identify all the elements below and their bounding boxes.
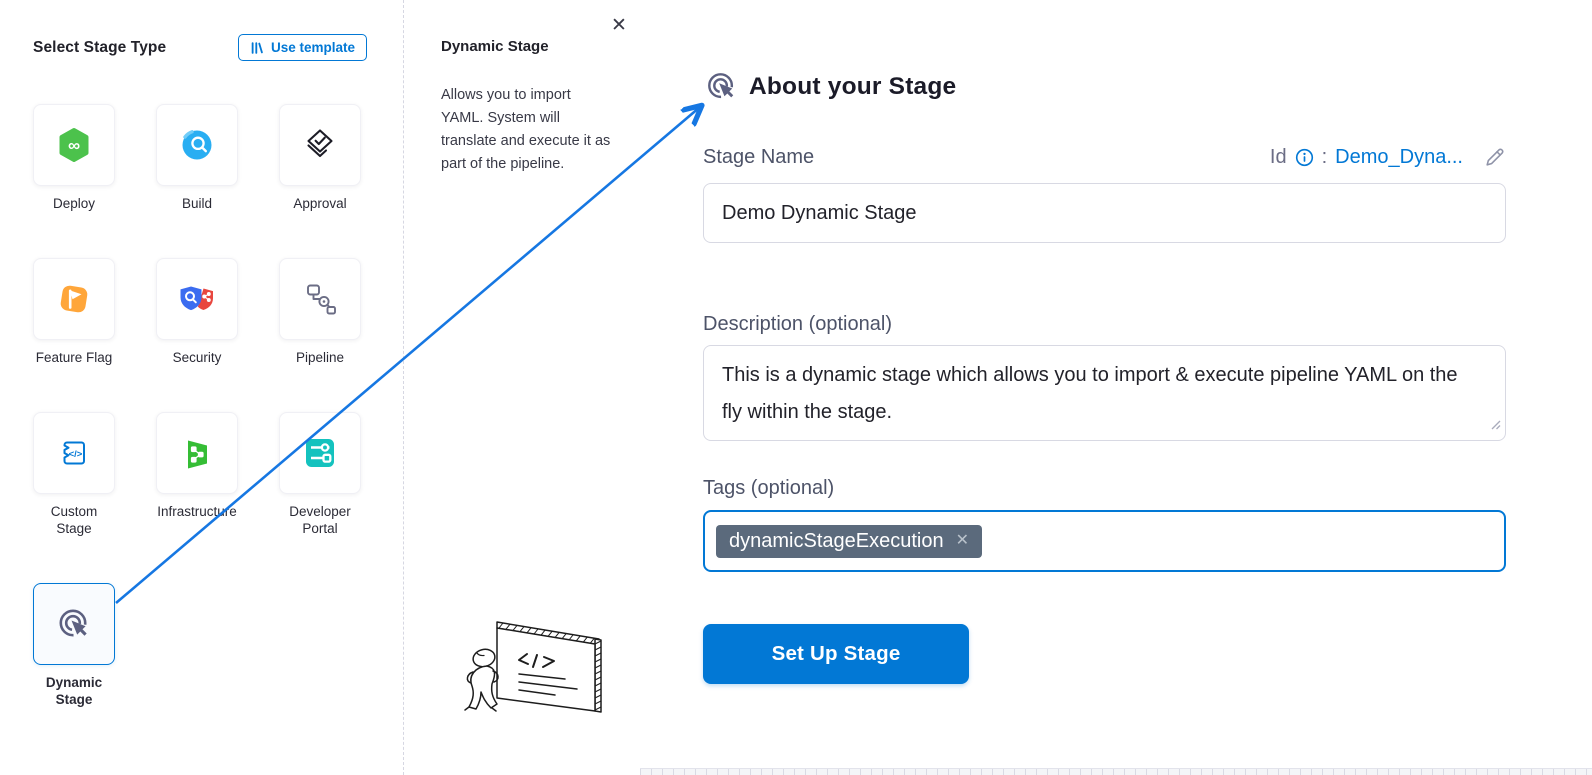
stage-card-developer-portal[interactable] (279, 412, 361, 494)
stage-card-label: Deploy (53, 195, 95, 212)
info-icon[interactable] (1295, 148, 1314, 167)
stage-name-input[interactable] (703, 183, 1506, 243)
stage-name-label: Stage Name (703, 146, 814, 169)
stage-card-infrastructure[interactable] (156, 412, 238, 494)
security-icon (177, 279, 217, 319)
svg-text:</>: </> (69, 449, 83, 460)
description-label: Description (optional) (703, 313, 1506, 336)
set-up-stage-button[interactable]: Set Up Stage (703, 624, 969, 684)
feature-flag-icon (54, 279, 94, 319)
pipeline-icon (300, 279, 340, 319)
dynamic-stage-icon (54, 604, 94, 644)
build-icon (177, 125, 217, 165)
svg-text:∞: ∞ (68, 136, 80, 155)
dynamic-stage-icon (703, 68, 740, 105)
remove-tag-icon[interactable]: ✕ (956, 533, 969, 549)
id-label: Id (1270, 146, 1287, 169)
use-template-button[interactable]: Use template (238, 34, 367, 61)
stage-card-label: Approval (293, 195, 346, 212)
stage-card-label: Security (173, 349, 222, 366)
stage-type-grid: ∞ Deploy B (33, 104, 361, 708)
stage-id-value[interactable]: Demo_Dyna... (1335, 146, 1463, 169)
stage-card-label: Build (182, 195, 212, 212)
pipeline-canvas-edge (640, 768, 1592, 775)
presenter-illustration (447, 612, 612, 737)
form-title: About your Stage (749, 73, 956, 101)
developer-portal-icon (300, 433, 340, 473)
stage-card-dynamic-stage[interactable] (33, 583, 115, 665)
stage-card-feature-flag[interactable] (33, 258, 115, 340)
stage-card-label: Developer Portal (279, 503, 361, 537)
tags-label: Tags (optional) (703, 477, 1506, 500)
deploy-icon: ∞ (54, 125, 94, 165)
panel-title: Select Stage Type (33, 39, 166, 57)
stage-card-pipeline[interactable] (279, 258, 361, 340)
tag-chip-text: dynamicStageExecution (729, 530, 944, 553)
stage-card-label: Infrastructure (157, 503, 237, 520)
stage-id-row: Id : Demo_Dyna... (1270, 146, 1506, 169)
helper-description: Allows you to import YAML. System will t… (441, 84, 613, 176)
stage-card-build[interactable] (156, 104, 238, 186)
stage-card-label: Feature Flag (36, 349, 113, 366)
stage-card-approval[interactable] (279, 104, 361, 186)
id-separator: : (1322, 146, 1328, 169)
description-textarea[interactable]: This is a dynamic stage which allows you… (703, 345, 1506, 441)
stage-card-security[interactable] (156, 258, 238, 340)
about-stage-panel: About your Stage Stage Name Id : Demo_Dy… (640, 0, 1592, 775)
stage-type-panel: Select Stage Type Use template ∞ (0, 0, 404, 775)
stage-setup-screen: Select Stage Type Use template ∞ (0, 0, 1592, 775)
custom-stage-icon: </> (54, 433, 94, 473)
stage-card-label: Pipeline (296, 349, 344, 366)
template-library-icon (250, 41, 264, 55)
use-template-label: Use template (271, 40, 355, 55)
infrastructure-icon (177, 433, 217, 473)
stage-card-label: Dynamic Stage (33, 674, 115, 708)
stage-card-label: Custom Stage (33, 503, 115, 537)
tag-chip: dynamicStageExecution ✕ (716, 525, 982, 558)
edit-id-icon[interactable] (1483, 146, 1506, 169)
close-icon[interactable]: ✕ (606, 13, 632, 39)
stage-card-custom-stage[interactable]: </> (33, 412, 115, 494)
stage-card-deploy[interactable]: ∞ (33, 104, 115, 186)
approval-icon (300, 125, 340, 165)
helper-title: Dynamic Stage (441, 38, 549, 55)
stage-helper-panel: ✕ Dynamic Stage Allows you to import YAM… (405, 0, 640, 775)
tags-input[interactable]: dynamicStageExecution ✕ (703, 510, 1506, 572)
